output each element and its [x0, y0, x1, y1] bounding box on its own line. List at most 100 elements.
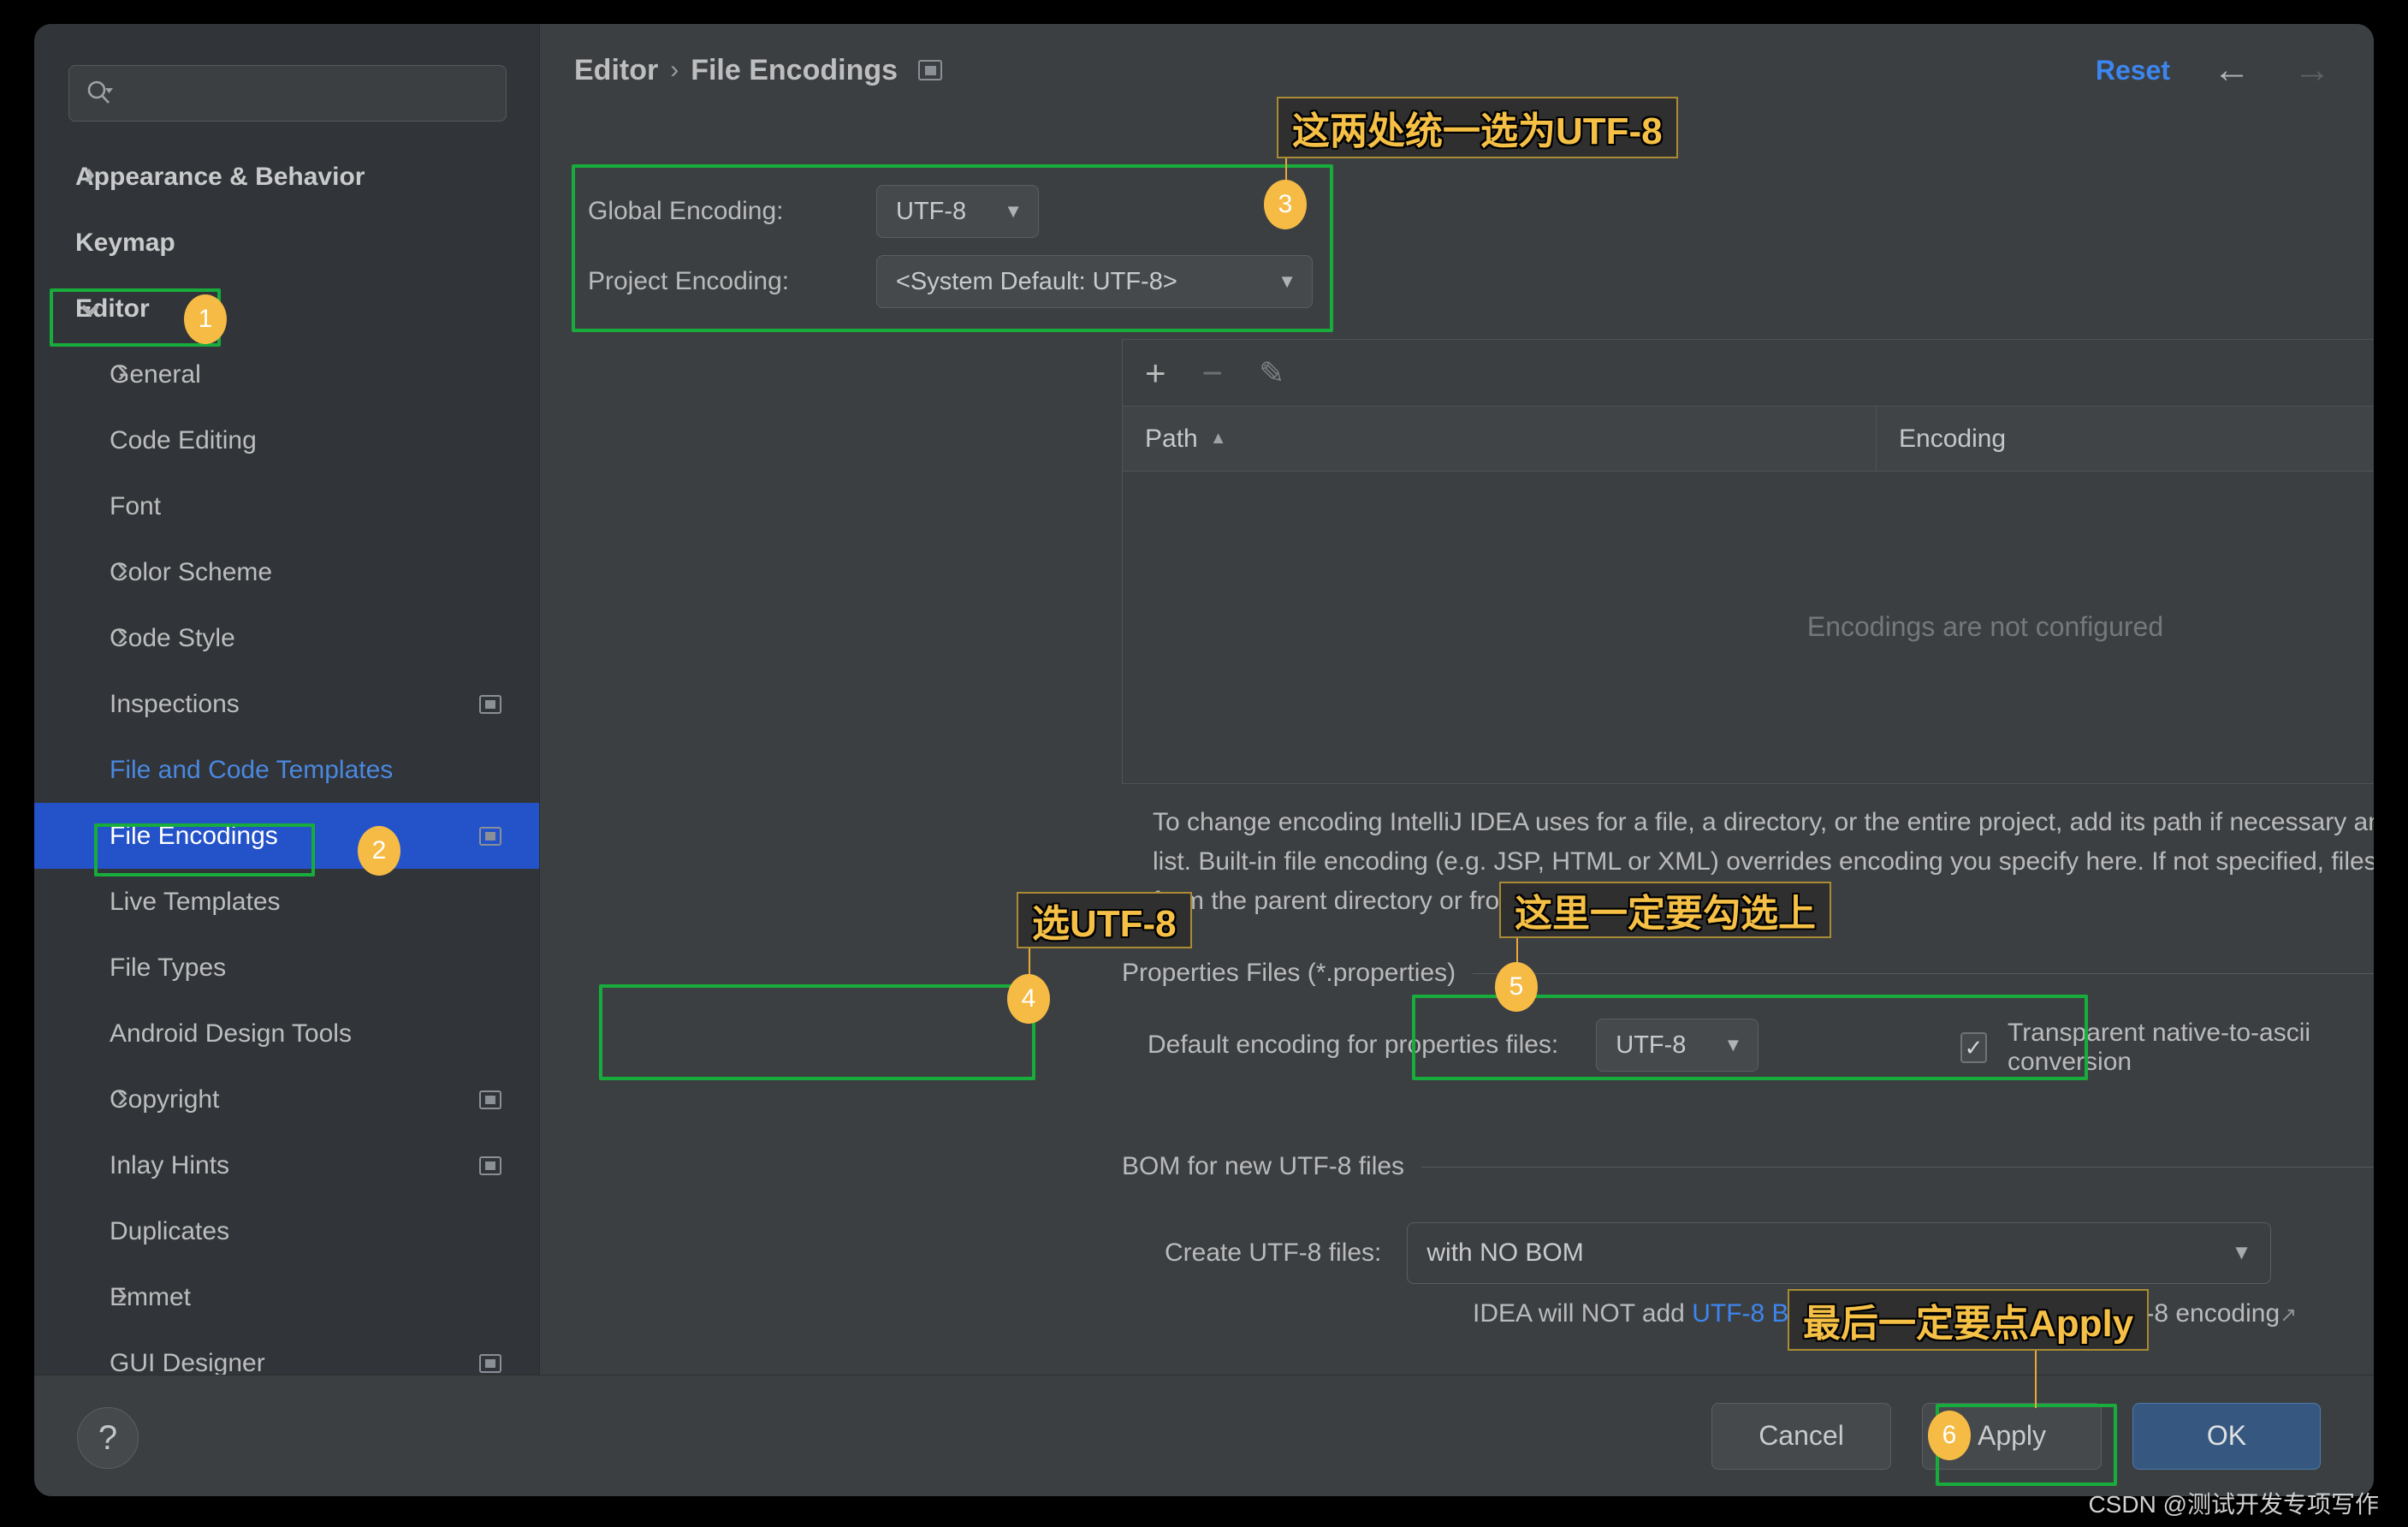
sidebar-item-duplicates[interactable]: Duplicates	[34, 1198, 539, 1264]
chevron-down-icon: ▼	[1723, 1034, 1743, 1055]
chevron-right-icon[interactable]: ›	[110, 1078, 135, 1115]
annotation-note-apply: 最后一定要点Apply	[1788, 1289, 2150, 1351]
chevron-down-icon: ▼	[1004, 200, 1023, 222]
annotation-note-top: 这两处统一选为UTF-8	[1277, 97, 1678, 158]
sidebar-item-font[interactable]: Font	[34, 473, 539, 539]
column-header-encoding-label: Encoding	[1899, 424, 2007, 453]
step-badge-4: 4	[1007, 974, 1050, 1024]
transparent-conversion-label: Transparent native-to-ascii conversion	[2007, 1019, 2311, 1076]
sidebar-item-editor[interactable]: ⌄ Editor	[34, 276, 539, 342]
column-header-path-label: Path	[1145, 424, 1198, 453]
sidebar-item-color-scheme[interactable]: › Color Scheme	[34, 539, 539, 605]
search-input[interactable]	[114, 80, 490, 107]
back-arrow-icon[interactable]: ←	[2213, 51, 2251, 89]
sidebar-item-file-types[interactable]: File Types	[34, 935, 539, 1001]
sidebar-item-label: Duplicates	[110, 1216, 230, 1245]
column-header-encoding[interactable]: Encoding	[1876, 407, 2374, 471]
breadcrumb-parent[interactable]: Editor	[574, 54, 658, 87]
table-empty-state: Encodings are not configured	[1806, 610, 2164, 642]
sidebar-item-file-and-code-templates[interactable]: File and Code Templates	[34, 737, 539, 803]
project-encoding-row: Project Encoding: <System Default: UTF-8…	[572, 247, 1326, 317]
table-header-row: Path ▲ Encoding	[1123, 407, 2374, 472]
step-badge-1: 1	[184, 294, 227, 344]
step-badge-3: 3	[1264, 180, 1307, 229]
bom-section-header: BOM for new UTF-8 files	[1122, 1152, 2374, 1181]
search-wrapper	[34, 24, 539, 122]
bom-note-prefix: IDEA will NOT add	[1473, 1299, 1693, 1328]
sidebar-item-file-encodings[interactable]: File Encodings	[34, 803, 539, 869]
breadcrumb-separator-icon: ›	[670, 56, 679, 84]
sidebar-item-appearance-behavior[interactable]: › Appearance & Behavior	[34, 144, 539, 210]
dialog-footer: ? Cancel Apply OK	[34, 1375, 2374, 1496]
transparent-conversion-checkbox[interactable]: ✓	[1960, 1032, 1987, 1063]
edit-pencil-icon[interactable]: ✎	[1259, 357, 1284, 389]
sidebar-item-copyright[interactable]: › Copyright	[34, 1067, 539, 1132]
default-properties-encoding-value: UTF-8	[1616, 1031, 1687, 1059]
step-badge-6: 6	[1928, 1411, 1971, 1460]
sidebar-item-inlay-hints[interactable]: Inlay Hints	[34, 1132, 539, 1198]
sidebar-item-code-style[interactable]: › Code Style	[34, 605, 539, 671]
annotation-note-props: 选UTF-8	[1017, 892, 1192, 948]
settings-main-panel: Editor › File Encodings Reset ← → Global…	[539, 24, 2374, 1375]
help-button[interactable]: ?	[77, 1407, 139, 1469]
sidebar-item-emmet[interactable]: › Emmet	[34, 1264, 539, 1330]
add-icon[interactable]: +	[1145, 354, 1166, 391]
external-link-icon: ↗	[2280, 1304, 2298, 1327]
create-utf8-files-dropdown[interactable]: with NO BOM ▼	[1407, 1222, 2272, 1284]
sidebar-item-label: Appearance & Behavior	[75, 162, 365, 191]
sidebar-item-live-templates[interactable]: Live Templates	[34, 869, 539, 935]
chevron-down-icon[interactable]: ⌄	[74, 281, 106, 324]
dialog-body: › Appearance & Behavior Keymap ⌄ Editor › Gene…	[34, 24, 2374, 1375]
sidebar-item-keymap[interactable]: Keymap	[34, 210, 539, 276]
screenshot-root: › Appearance & Behavior Keymap ⌄ Editor › Gene…	[0, 0, 2408, 1527]
sidebar-item-label: File Types	[110, 953, 227, 982]
breadcrumb-actions: Reset ← →	[2096, 51, 2374, 89]
sidebar-item-inspections[interactable]: Inspections	[34, 671, 539, 737]
default-properties-encoding-dropdown[interactable]: UTF-8 ▼	[1596, 1019, 1759, 1072]
properties-files-section-title: Properties Files (*.properties)	[1122, 959, 1456, 987]
chevron-right-icon[interactable]: ›	[110, 1276, 135, 1313]
sidebar-item-label: Android Design Tools	[110, 1019, 352, 1048]
search-icon	[85, 79, 114, 108]
sidebar-item-label: Keymap	[75, 228, 175, 257]
column-header-path[interactable]: Path ▲	[1123, 425, 1876, 454]
project-encoding-label: Project Encoding:	[588, 267, 790, 295]
global-encoding-dropdown[interactable]: UTF-8 ▼	[876, 185, 1039, 238]
cancel-button[interactable]: Cancel	[1711, 1402, 1891, 1470]
project-scope-icon	[479, 1353, 501, 1373]
sidebar-item-label: Code Editing	[110, 425, 257, 455]
sidebar-item-android-design-tools[interactable]: Android Design Tools	[34, 1001, 539, 1067]
watermark: CSDN @测试开发专项写作	[2088, 1491, 2379, 1518]
project-scope-icon	[918, 60, 943, 80]
project-scope-icon	[479, 694, 501, 714]
default-properties-encoding-row: Default encoding for properties files: U…	[1148, 1019, 1759, 1072]
transparent-conversion-row[interactable]: ✓ Transparent native-to-ascii conversion	[1960, 1019, 2374, 1077]
settings-tree: › Appearance & Behavior Keymap ⌄ Editor › Gene…	[34, 144, 539, 1375]
sidebar-item-label: Inlay Hints	[110, 1150, 230, 1179]
chevron-right-icon[interactable]: ›	[110, 617, 135, 654]
project-encoding-value: <System Default: UTF-8>	[896, 267, 1177, 295]
project-encoding-dropdown[interactable]: <System Default: UTF-8> ▼	[876, 255, 1313, 308]
step-badge-2: 2	[358, 826, 400, 876]
sidebar-item-label: Live Templates	[110, 887, 281, 916]
create-utf8-files-value: with NO BOM	[1426, 1239, 1584, 1267]
annotation-note-check: 这里一定要勾选上	[1499, 882, 1831, 938]
forward-arrow-icon[interactable]: →	[2293, 51, 2331, 89]
section-divider	[1421, 1166, 2374, 1168]
ok-button[interactable]: OK	[2132, 1402, 2321, 1470]
chevron-right-icon[interactable]: ›	[77, 156, 103, 193]
settings-dialog: › Appearance & Behavior Keymap ⌄ Editor › Gene…	[34, 24, 2374, 1496]
reset-button[interactable]: Reset	[2096, 55, 2170, 86]
chevron-right-icon[interactable]: ›	[110, 354, 135, 390]
sidebar-item-code-editing[interactable]: Code Editing	[34, 407, 539, 473]
remove-icon[interactable]: −	[1202, 354, 1224, 391]
project-scope-icon	[479, 1156, 501, 1175]
create-utf8-files-row: Create UTF-8 files: with NO BOM ▼	[1165, 1222, 2272, 1284]
chevron-right-icon[interactable]: ›	[110, 551, 135, 588]
breadcrumb-current: File Encodings	[691, 53, 899, 86]
project-scope-icon	[479, 826, 501, 846]
sidebar-item-gui-designer[interactable]: GUI Designer	[34, 1330, 539, 1375]
sidebar-item-general[interactable]: › General	[34, 342, 539, 407]
search-box[interactable]	[68, 65, 507, 122]
table-toolbar: + − ✎	[1123, 340, 2374, 407]
